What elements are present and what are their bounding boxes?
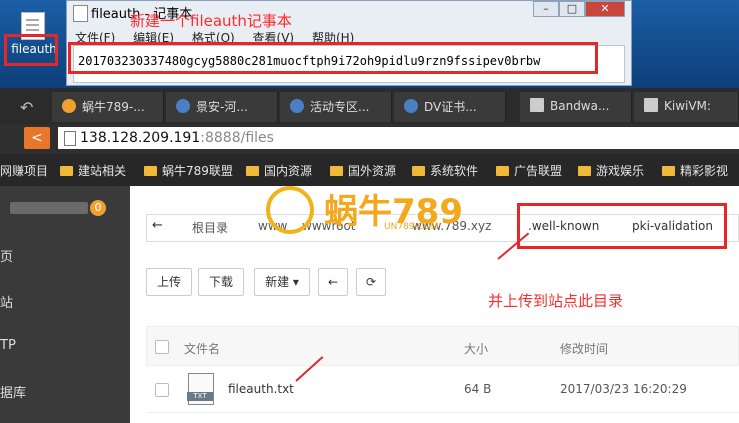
tab-label: Bandwa...: [550, 99, 610, 113]
minimize-button[interactable]: –: [533, 1, 559, 17]
highlight-box-desktop-icon: [4, 34, 58, 66]
url-input[interactable]: 138.128.209.191:8888/files: [58, 127, 739, 149]
bookmark-item[interactable]: 广告联盟: [496, 162, 562, 179]
back-nav-button[interactable]: ←: [318, 268, 348, 296]
breadcrumb-back-icon[interactable]: ←: [152, 218, 172, 238]
bookmark-item[interactable]: 蜗牛789联盟: [144, 162, 233, 179]
upload-button[interactable]: 上传: [146, 268, 192, 296]
bookmark-label: 广告联盟: [514, 164, 563, 178]
tab-label: 活动专区...: [310, 100, 370, 114]
refresh-button[interactable]: ⟳: [356, 268, 386, 296]
notification-badge: 0: [90, 200, 106, 216]
folder-icon: [144, 166, 157, 176]
site-icon: [176, 99, 190, 113]
folder-icon: [246, 166, 259, 176]
folder-icon: [662, 166, 675, 176]
username-blurred: [10, 202, 88, 214]
bookmark-label: 精彩影视: [680, 164, 729, 178]
arrow-left-icon: ←: [327, 275, 339, 289]
breadcrumb-root[interactable]: 根目录: [192, 219, 228, 236]
sidebar-item-database[interactable]: 据库: [0, 382, 26, 401]
new-button-label: 新建: [265, 275, 290, 289]
tab-label: 蜗牛789-...: [82, 100, 145, 114]
bookmark-item[interactable]: 精彩影视: [662, 162, 728, 179]
bookmark-item[interactable]: 国外资源: [330, 162, 396, 179]
highlight-box-path: [517, 203, 727, 249]
url-text: 138.128.209.191:8888/files: [80, 130, 274, 146]
logo-url: UN789.COM: [384, 222, 439, 232]
bookmark-item[interactable]: 游戏娱乐: [578, 162, 644, 179]
bookmark-item[interactable]: 建站相关: [60, 162, 126, 179]
annotation-new-notepad: 新建一个fileauth记事本: [130, 12, 292, 30]
bookmark-label: 蜗牛789联盟: [162, 164, 233, 178]
url-host: 138.128.209.191: [80, 130, 201, 146]
browser-tab[interactable]: KiwiVM:: [634, 92, 739, 122]
browser-tab[interactable]: Bandwa...: [520, 92, 632, 122]
url-path: :8888/files: [200, 130, 274, 146]
folder-icon: [330, 166, 343, 176]
file-name[interactable]: fileauth.txt: [228, 382, 294, 396]
bookmark-item[interactable]: 系统软件: [412, 162, 478, 179]
column-name: 文件名: [184, 342, 221, 356]
select-all-checkbox[interactable]: [155, 340, 169, 354]
bookmark-label: 网赚项目: [0, 164, 49, 178]
snail-icon: [62, 99, 76, 113]
bookmark-label: 建站相关: [78, 164, 127, 178]
tab-label: DV证书...: [424, 100, 477, 114]
back-button[interactable]: <: [24, 127, 50, 149]
column-mtime: 修改时间: [560, 342, 609, 356]
row-checkbox[interactable]: [155, 383, 169, 397]
file-mtime: 2017/03/23 16:20:29: [560, 382, 687, 396]
undo-arrow-icon[interactable]: ↶: [20, 98, 33, 117]
site-icon: [404, 99, 418, 113]
bookmark-item[interactable]: 国内资源: [246, 162, 312, 179]
close-button[interactable]: ✕: [585, 1, 625, 17]
sidebar-item-ftp[interactable]: TP: [0, 338, 16, 353]
download-button[interactable]: 下载: [198, 268, 244, 296]
maximize-button[interactable]: □: [559, 1, 585, 17]
snail-icon: [266, 186, 314, 234]
caret-down-icon: ▾: [292, 275, 299, 289]
sidebar-item-home[interactable]: 页: [0, 246, 13, 265]
highlight-box-content: [68, 42, 598, 74]
bookmark-label: 国外资源: [348, 164, 397, 178]
folder-icon: [578, 166, 591, 176]
refresh-icon: ⟳: [365, 275, 377, 289]
file-size: 64 B: [464, 382, 492, 396]
tab-label: KiwiVM:: [664, 99, 711, 113]
browser-tab[interactable]: DV证书...: [394, 92, 506, 122]
browser-tab[interactable]: 蜗牛789-...: [52, 92, 164, 122]
column-size: 大小: [464, 342, 489, 356]
bookmark-label: 游戏娱乐: [596, 164, 645, 178]
table-header: [146, 326, 739, 366]
browser-tab[interactable]: 活动专区...: [280, 92, 392, 122]
sidebar-item-sites[interactable]: 站: [0, 292, 13, 311]
page-icon: [644, 98, 658, 112]
bookmark-item[interactable]: 网赚项目: [0, 162, 48, 179]
watermark-logo: 蜗牛789 UN789.COM: [266, 184, 496, 240]
new-button[interactable]: 新建 ▾: [254, 268, 310, 296]
folder-icon: [412, 166, 425, 176]
txt-file-icon: TXT: [187, 373, 214, 405]
folder-icon: [496, 166, 509, 176]
bookmark-label: 国内资源: [264, 164, 313, 178]
folder-icon: [60, 166, 73, 176]
browser-tab[interactable]: 景安-河...: [166, 92, 278, 122]
tab-label: 景安-河...: [196, 100, 248, 114]
notepad-icon: [73, 5, 88, 22]
site-icon: [290, 99, 304, 113]
page-icon: [530, 98, 544, 112]
annotation-upload-here: 并上传到站点此目录: [488, 292, 624, 310]
page-icon: [64, 131, 76, 146]
bookmark-label: 系统软件: [430, 164, 479, 178]
